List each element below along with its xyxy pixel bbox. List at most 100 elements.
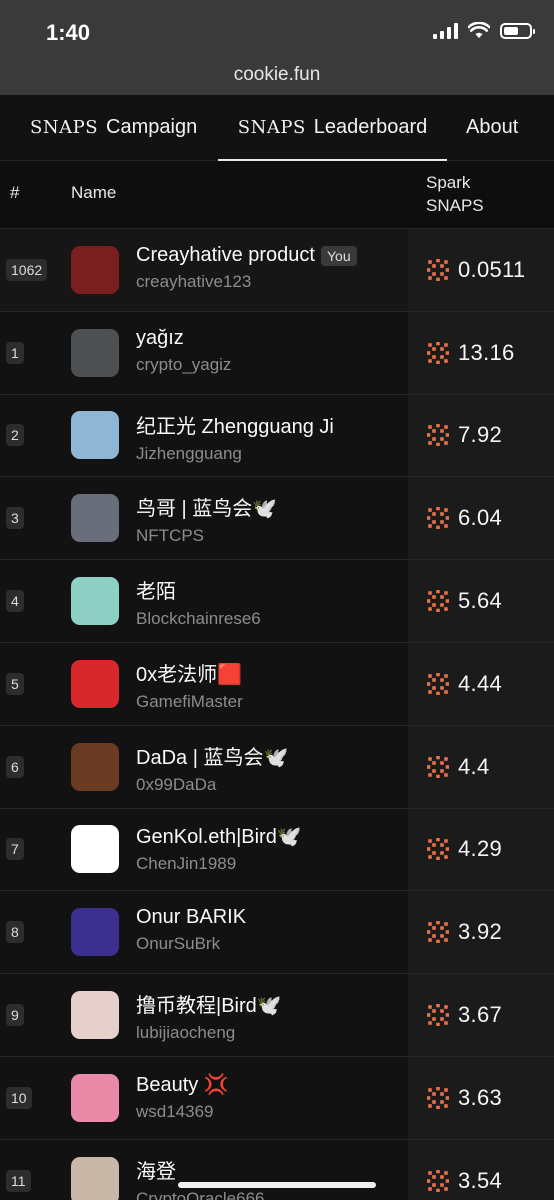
spark-snaps-value: 6.04 — [458, 505, 503, 531]
cartoon-avatar[interactable] — [71, 1073, 119, 1122]
address-bar-url[interactable]: cookie.fun — [0, 64, 554, 86]
photo-avatar[interactable] — [71, 411, 119, 460]
display-name[interactable]: DaDa | 蓝鸟会🕊️ — [136, 741, 288, 770]
rank-badge: 2 — [6, 424, 24, 447]
leaderboard-row[interactable]: 5 0x老法师🟥 GamefiMaster 4.44 — [0, 642, 554, 726]
display-name[interactable]: 海登 — [136, 1155, 176, 1184]
spark-snaps-cell: 3.92 — [408, 891, 554, 974]
rank-column-header: # — [10, 183, 20, 202]
display-name-line: 纪正光 Zhengguang Ji — [136, 410, 404, 439]
user-handle: GamefiMaster — [136, 691, 243, 711]
name-cell: Creayhative product You creayhative123 — [136, 244, 404, 292]
display-name[interactable]: Onur BARIK — [136, 906, 246, 929]
photo-avatar[interactable] — [71, 328, 119, 377]
cartoon-avatar[interactable] — [71, 742, 119, 791]
spark-icon — [427, 921, 449, 944]
user-handle: wsd14369 — [136, 1101, 214, 1121]
spark-snaps-column-header[interactable]: Spark SNAPS — [426, 171, 484, 217]
leaderboard-row[interactable]: 11 海登 CryptoOracle666 3.54 — [0, 1139, 554, 1200]
rank-badge: 5 — [6, 672, 24, 695]
spark-icon — [427, 1169, 449, 1192]
spark-snaps-value: 4.4 — [458, 753, 490, 779]
name-cell: 海登 CryptoOracle666 — [136, 1155, 404, 1200]
rank-badge: 3 — [6, 507, 24, 530]
rank-badge: 1062 — [6, 258, 48, 281]
user-handle: lubijiaocheng — [136, 1023, 236, 1043]
display-name[interactable]: 撸币教程|Bird🕊️ — [136, 989, 282, 1018]
rank-badge: 4 — [6, 590, 24, 613]
name-cell: Onur BARIK OnurSuBrk — [136, 906, 404, 954]
spark-snaps-cell: 4.29 — [408, 808, 554, 891]
spark-icon — [427, 1004, 449, 1027]
leaderboard-row[interactable]: 4 老陌 Blockchainrese6 5.64 — [0, 560, 554, 643]
name-cell: GenKol.eth|Bird🕊️ ChenJin1989 — [136, 824, 404, 874]
display-name[interactable]: Beauty 💢 — [136, 1072, 229, 1097]
name-cell: 0x老法师🟥 GamefiMaster — [136, 658, 404, 712]
ethereum-logo-avatar[interactable] — [71, 825, 119, 874]
anime-avatar[interactable] — [71, 1156, 119, 1200]
tab-campaign-label: Campaign — [106, 116, 198, 138]
status-icons — [433, 22, 535, 39]
spark-snaps-cell: 13.16 — [408, 311, 554, 394]
display-name-line: Creayhative product You — [136, 244, 404, 267]
spark-snaps-value: 3.67 — [458, 1002, 503, 1028]
photo-avatar[interactable] — [71, 908, 119, 957]
user-handle: NFTCPS — [136, 526, 204, 546]
display-name[interactable]: yağız — [136, 327, 184, 350]
user-handle: creayhative123 — [136, 272, 252, 291]
display-name-line: 海登 — [136, 1155, 404, 1184]
spark-snaps-value: 0.0511 — [458, 256, 526, 282]
spark-snaps-value: 3.54 — [458, 1167, 503, 1193]
tab-about[interactable]: About — [466, 95, 518, 161]
display-name[interactable]: Creayhative product — [136, 244, 315, 267]
spark-header-line2: SNAPS — [426, 196, 484, 215]
rank-badge: 10 — [6, 1086, 32, 1109]
leaderboard-list: 1062 Creayhative product You creayhative… — [0, 229, 554, 1200]
display-name[interactable]: 0x老法师🟥 — [136, 658, 242, 687]
name-column-header: Name — [71, 183, 117, 202]
leaderboard-row[interactable]: 2 纪正光 Zhengguang Ji Jizhengguang 7.92 — [0, 394, 554, 478]
user-handle: OnurSuBrk — [136, 934, 221, 954]
name-cell: 撸币教程|Bird🕊️ lubijiaocheng — [136, 989, 404, 1043]
tab-snaps-leaderboard[interactable]: SNAPS Leaderboard — [218, 95, 447, 161]
spark-icon — [427, 1086, 449, 1109]
display-name[interactable]: GenKol.eth|Bird🕊️ — [136, 824, 302, 849]
anime-avatar[interactable] — [71, 577, 119, 626]
spark-icon — [427, 507, 449, 530]
display-name[interactable]: 鸟哥 | 蓝鸟会🕊️ — [136, 492, 277, 521]
rank-badge: 8 — [6, 921, 24, 944]
photo-avatar[interactable] — [71, 991, 119, 1040]
user-handle: Blockchainrese6 — [136, 609, 261, 629]
spark-snaps-cell: 4.4 — [408, 725, 554, 808]
pixel-punk-avatar[interactable] — [71, 494, 119, 543]
spark-snaps-cell: 3.63 — [408, 1056, 554, 1139]
name-cell: 纪正光 Zhengguang Ji Jizhengguang — [136, 410, 404, 464]
display-name-line: DaDa | 蓝鸟会🕊️ — [136, 741, 404, 770]
leaderboard-row[interactable]: 6 DaDa | 蓝鸟会🕊️ 0x99DaDa 4.4 — [0, 725, 554, 809]
spark-icon — [427, 341, 449, 364]
leaderboard-row[interactable]: 7 GenKol.eth|Bird🕊️ ChenJin1989 4.29 — [0, 808, 554, 892]
leaderboard-row[interactable]: 10 Beauty 💢 wsd14369 3.63 — [0, 1056, 554, 1140]
spark-snaps-value: 13.16 — [458, 339, 515, 365]
spark-icon — [427, 755, 449, 778]
tab-snaps-campaign[interactable]: SNAPS Campaign — [30, 95, 197, 161]
tab-leaderboard-label: Leaderboard — [313, 116, 428, 138]
leaderboard-row[interactable]: 1 yağız crypto_yagiz 13.16 — [0, 311, 554, 395]
display-name-line: 撸币教程|Bird🕊️ — [136, 989, 404, 1018]
user-handle: Jizhengguang — [136, 443, 242, 463]
leaderboard-row[interactable]: 9 撸币教程|Bird🕊️ lubijiaocheng 3.67 — [0, 974, 554, 1057]
spark-snaps-value: 3.92 — [458, 919, 503, 945]
leaderboard-row[interactable]: 8 Onur BARIK OnurSuBrk 3.92 — [0, 891, 554, 975]
anime-avatar[interactable] — [71, 659, 119, 708]
leaderboard-row[interactable]: 1062 Creayhative product You creayhative… — [0, 229, 554, 312]
display-name[interactable]: 老陌 — [136, 575, 176, 604]
display-name-line: Beauty 💢 — [136, 1072, 404, 1097]
cartoon-avatar[interactable] — [71, 245, 119, 294]
spark-icon — [427, 590, 449, 613]
battery-icon — [500, 22, 535, 39]
spark-snaps-value: 4.29 — [458, 836, 503, 862]
name-cell: 老陌 Blockchainrese6 — [136, 575, 404, 629]
display-name[interactable]: 纪正光 Zhengguang Ji — [136, 410, 334, 439]
name-cell: Beauty 💢 wsd14369 — [136, 1072, 404, 1122]
leaderboard-row[interactable]: 3 鸟哥 | 蓝鸟会🕊️ NFTCPS 6.04 — [0, 477, 554, 561]
